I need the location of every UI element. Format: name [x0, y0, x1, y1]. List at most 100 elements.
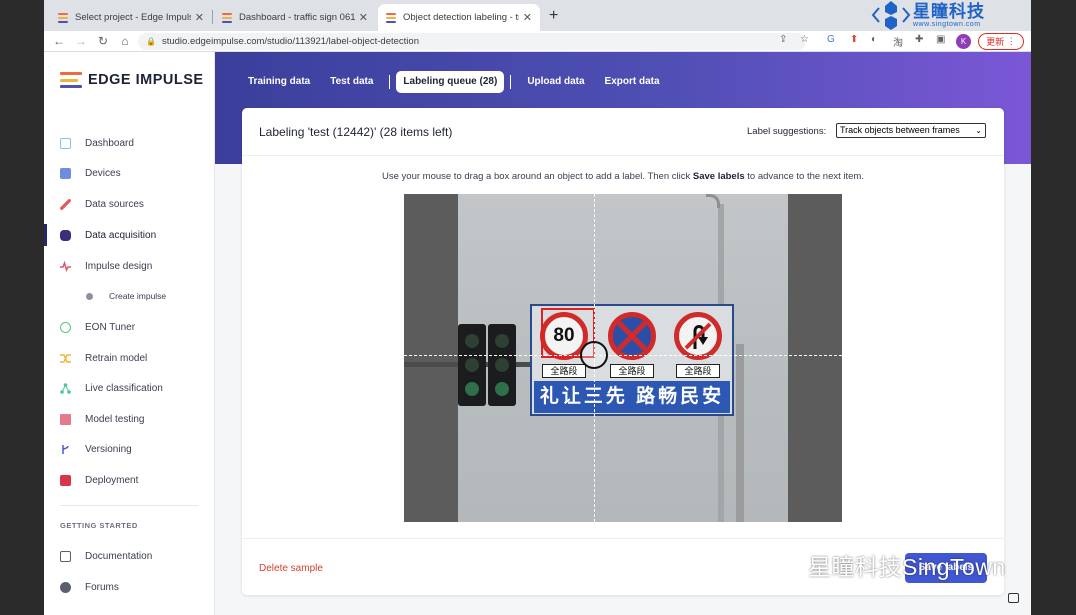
- sidebar-item-dashboard[interactable]: Dashboard: [44, 132, 215, 154]
- sidebar-item-deployment[interactable]: Deployment: [44, 469, 215, 491]
- edge-impulse-favicon-icon: [58, 12, 68, 23]
- back-icon[interactable]: ←: [48, 34, 70, 48]
- lock-icon: 🔒: [146, 37, 156, 46]
- sidebar-item-model-testing[interactable]: Model testing: [44, 408, 215, 430]
- address-bar: ← → ↻ ⌂ 🔒 studio.edgeimpulse.com/studio/…: [44, 31, 1031, 52]
- url-input[interactable]: 🔒 studio.edgeimpulse.com/studio/113921/l…: [138, 33, 806, 50]
- tab-separator: [212, 10, 213, 24]
- instructions: Use your mouse to drag a box around an o…: [242, 171, 1004, 182]
- puzzle-icon[interactable]: ✚: [915, 34, 923, 45]
- sidebar-item-label: Impulse design: [85, 260, 153, 272]
- instruction-emphasis: Save labels: [692, 171, 745, 182]
- sidebar-item-data-sources[interactable]: Data sources: [44, 193, 215, 215]
- tab-export-data[interactable]: Export data: [595, 71, 670, 93]
- tab-title: Dashboard - traffic sign 0619 -: [239, 12, 355, 23]
- extension-icon[interactable]: 淘: [893, 34, 903, 49]
- watermark: 星瞳科技SingTown: [762, 548, 1006, 582]
- sidebar-item-data-acquisition[interactable]: Data acquisition: [44, 224, 215, 246]
- sidebar-item-forums[interactable]: Forums: [44, 576, 215, 598]
- sample-image: 80 全路段 全路段 全路段 礼让三先 路畅民安: [404, 194, 788, 522]
- sidebar-item-devices[interactable]: Devices: [44, 162, 215, 184]
- box-icon: [60, 474, 71, 486]
- labeling-canvas[interactable]: 80 全路段 全路段 全路段 礼让三先 路畅民安: [404, 194, 842, 522]
- close-icon[interactable]: ✕: [195, 11, 204, 24]
- sidebar-item-label: Model testing: [85, 413, 145, 425]
- tab-training-data[interactable]: Training data: [238, 71, 320, 93]
- tab-bar: Select project - Edge Impulse ✕ Dashboar…: [44, 0, 1031, 31]
- lamp: [465, 358, 479, 372]
- avatar[interactable]: K: [956, 34, 971, 49]
- home-icon[interactable]: ⌂: [114, 34, 136, 48]
- sidebar-item-eon-tuner[interactable]: EON Tuner: [44, 316, 215, 338]
- sign-slogan: 礼让三先 路畅民安: [534, 381, 730, 413]
- no-parking-sign-icon: [608, 312, 656, 360]
- close-icon[interactable]: ✕: [359, 11, 368, 24]
- tab-divider: [510, 75, 512, 89]
- url-text: studio.edgeimpulse.com/studio/113921/lab…: [161, 36, 419, 47]
- edge-impulse-favicon-icon: [222, 12, 232, 23]
- brand-name: EDGE IMPULSE: [88, 72, 204, 88]
- sidebar-item-label: Forums: [85, 581, 119, 593]
- feedback-icon[interactable]: [1008, 593, 1019, 603]
- label-suggestions-select[interactable]: Track objects between frames ⌄: [836, 123, 986, 138]
- share-icon[interactable]: ⇪: [779, 34, 787, 45]
- sidebar-toggle-icon[interactable]: ▣: [936, 34, 945, 45]
- tab-dashboard[interactable]: Dashboard - traffic sign 0619 - ✕: [214, 4, 376, 31]
- brand[interactable]: EDGE IMPULSE: [60, 72, 204, 88]
- reload-icon[interactable]: ↻: [92, 34, 114, 48]
- instruction-text-end: to advance to the next item.: [744, 171, 864, 182]
- chat-bubble-icon: [60, 581, 71, 593]
- browser-window: Select project - Edge Impulse ✕ Dashboar…: [44, 0, 1031, 615]
- instruction-text: Use your mouse to drag a box around an o…: [382, 171, 693, 182]
- extension-icon[interactable]: ⬆: [850, 34, 858, 45]
- sidebar-item-label: Documentation: [85, 550, 153, 562]
- tab-labeling-queue[interactable]: Labeling queue (28): [396, 71, 505, 93]
- lamp: [465, 334, 479, 348]
- section-divider: [60, 505, 199, 506]
- sidebar-item-live-classification[interactable]: Live classification: [44, 377, 215, 399]
- sidebar-item-impulse-design[interactable]: Impulse design: [44, 255, 215, 277]
- sign-plate: 全路段: [542, 364, 586, 378]
- sidebar-item-label: EON Tuner: [85, 321, 136, 333]
- sidebar-item-label: Versioning: [85, 443, 132, 455]
- sidebar-item-label: Deployment: [85, 474, 139, 486]
- logo-url-text: www.singtown.com: [913, 21, 981, 28]
- delete-sample-link[interactable]: Delete sample: [259, 563, 323, 574]
- sidebar-item-label: Devices: [85, 167, 121, 179]
- sidebar-item-label: Dashboard: [85, 137, 134, 149]
- edge-impulse-favicon-icon: [386, 12, 396, 23]
- dot-icon: [86, 292, 93, 300]
- page-title: Labeling 'test (12442)' (28 items left): [259, 125, 453, 139]
- wand-icon: [60, 198, 71, 210]
- forward-icon[interactable]: →: [70, 34, 92, 48]
- labeling-card: Labeling 'test (12442)' (28 items left) …: [242, 108, 1004, 595]
- pole-arm: [706, 194, 720, 208]
- sidebar-item-label: Retrain model: [85, 352, 148, 364]
- translate-extension-icon[interactable]: G: [827, 34, 835, 45]
- logo-chinese-text: 星瞳科技: [913, 2, 985, 21]
- bicycle-lamp-icon: [465, 382, 479, 396]
- tab-divider: [389, 75, 391, 89]
- sign-plate: 全路段: [676, 364, 720, 378]
- tab-test-data[interactable]: Test data: [320, 71, 383, 93]
- sidebar-item-versioning[interactable]: Versioning: [44, 438, 215, 460]
- close-icon[interactable]: ✕: [523, 11, 532, 24]
- tab-object-detection[interactable]: Object detection labeling - traf ✕: [378, 4, 540, 31]
- chip-icon: [60, 167, 71, 179]
- update-button[interactable]: 更新 ⋮: [978, 33, 1024, 50]
- lamp: [495, 358, 509, 372]
- sidebar-item-retrain-model[interactable]: Retrain model: [44, 347, 215, 369]
- traffic-light: [458, 324, 486, 406]
- extension-icon[interactable]: ◐: [871, 34, 877, 45]
- new-tab-button[interactable]: +: [549, 7, 558, 25]
- left-margin: [0, 0, 44, 615]
- sidebar-item-create-impulse[interactable]: Create impulse: [44, 285, 215, 307]
- bookmark-star-icon[interactable]: ☆: [800, 34, 809, 45]
- crosshair-horizontal: [404, 355, 842, 356]
- tab-upload-data[interactable]: Upload data: [517, 71, 594, 93]
- tab-select-project[interactable]: Select project - Edge Impulse ✕: [50, 4, 212, 31]
- card-header: Labeling 'test (12442)' (28 items left) …: [242, 108, 1004, 156]
- sidebar-item-documentation[interactable]: Documentation: [44, 545, 215, 567]
- data-tabs: Training data Test data Labeling queue (…: [215, 70, 670, 94]
- tuner-icon: [60, 321, 71, 333]
